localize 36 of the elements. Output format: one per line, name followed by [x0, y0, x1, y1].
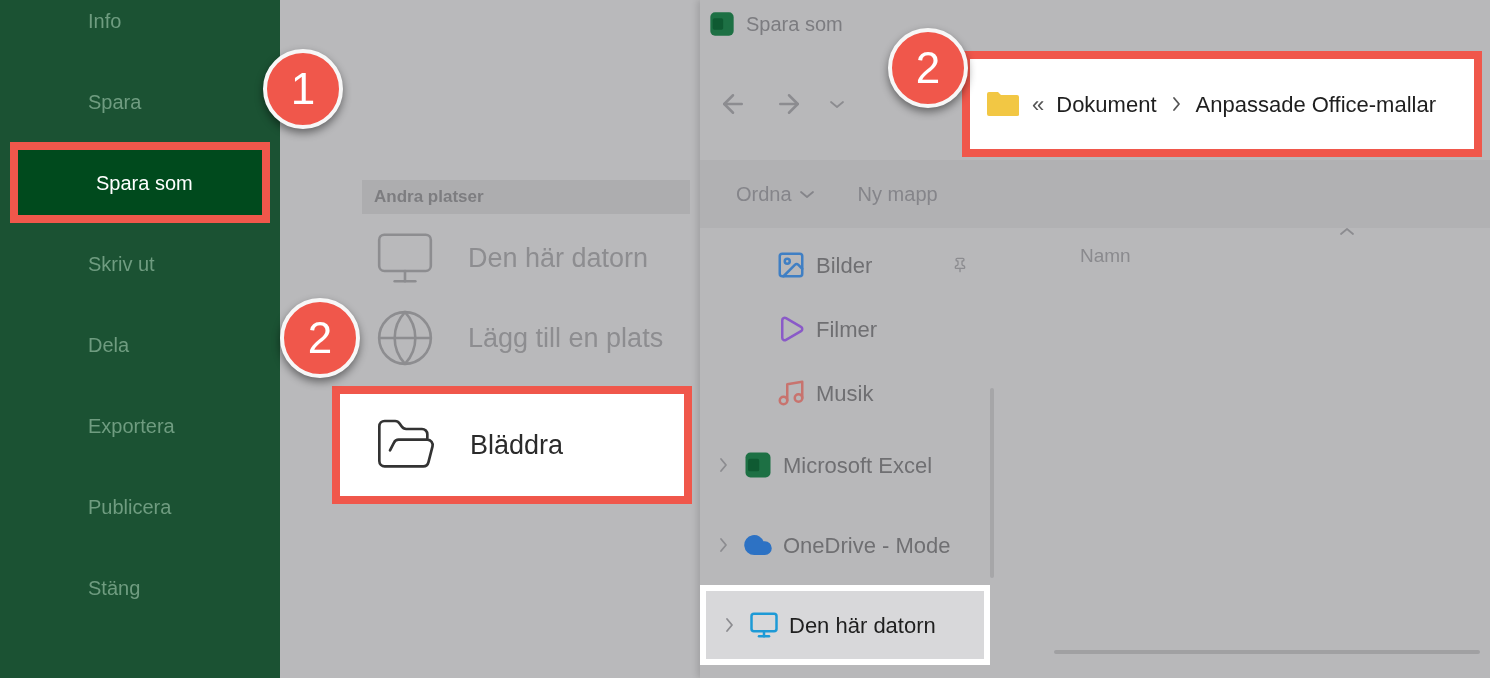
- sidebar-item[interactable]: Spara: [88, 61, 142, 142]
- expand-chevron-icon[interactable]: [720, 458, 727, 472]
- address-bar[interactable]: « Dokument Anpassade Office-mallar: [962, 51, 1482, 157]
- nav-item[interactable]: Microsoft Excel: [700, 425, 990, 505]
- computer-icon: [749, 610, 779, 640]
- chevron-right-icon: [1172, 97, 1180, 111]
- sort-caret-icon[interactable]: [1340, 228, 1354, 235]
- sidebar-item[interactable]: Spara som: [10, 142, 270, 223]
- caret-icon: [799, 190, 814, 198]
- callout-badge: 2: [888, 28, 968, 108]
- sidebar-item[interactable]: Exportera: [88, 385, 175, 466]
- spreadsheet-app-icon: [708, 10, 736, 38]
- window-title: Spara som: [746, 12, 843, 37]
- nav-item[interactable]: Musik: [700, 361, 990, 425]
- callout-badge: 1: [263, 49, 343, 129]
- folder-icon: [986, 91, 1020, 117]
- sidebar-item[interactable]: Stäng: [88, 547, 141, 628]
- expand-chevron-icon[interactable]: [720, 538, 727, 552]
- recent-dropdown-icon[interactable]: [830, 100, 844, 108]
- nav-item[interactable]: Filmer: [700, 297, 990, 361]
- expand-chevron-icon[interactable]: [726, 618, 733, 632]
- nav-item[interactable]: Den här datorn: [700, 585, 990, 665]
- sidebar-item[interactable]: Publicera: [88, 466, 172, 547]
- overflow-text[interactable]: «: [1032, 87, 1045, 121]
- breadcrumb-item[interactable]: Anpassade Office-mallar: [1195, 87, 1437, 121]
- sidebar-item[interactable]: Skriv ut: [88, 223, 155, 304]
- spreadsheet-app-icon: [743, 450, 773, 480]
- breadcrumb-item[interactable]: Dokument: [1056, 87, 1157, 121]
- sidebar-item[interactable]: Dela: [88, 304, 130, 385]
- place-item[interactable]: Bläddra: [332, 386, 692, 504]
- music-icon: [776, 378, 806, 408]
- pictures-icon: [776, 250, 806, 280]
- nav-item[interactable]: OneDrive - Mode: [700, 505, 990, 585]
- callout-badge: 2: [280, 298, 360, 378]
- nav-item[interactable]: Bilder: [700, 233, 990, 297]
- sidebar-item[interactable]: Info: [88, 0, 122, 61]
